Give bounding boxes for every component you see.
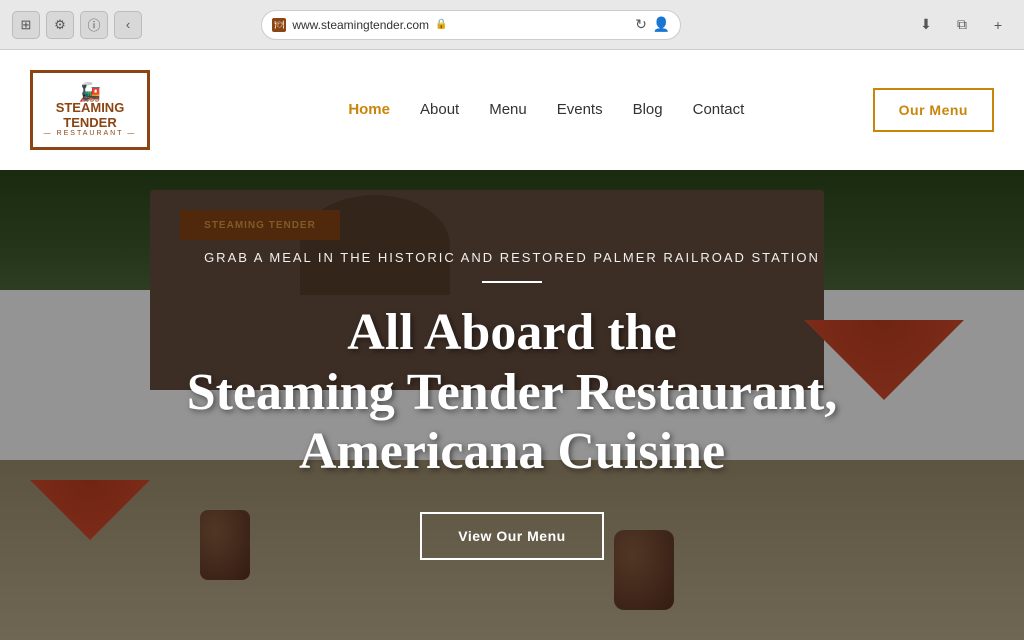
info-btn[interactable]: ⓘ — [80, 11, 108, 39]
nav-link-about[interactable]: About — [420, 101, 459, 118]
website-content: 🚂 STEAMINGTENDER — RESTAURANT — Home Abo… — [0, 50, 1024, 640]
browser-right-controls: ⬇ ⧉ + — [912, 11, 1012, 39]
nav-item-menu[interactable]: Menu — [489, 101, 527, 119]
new-tab-btn[interactable]: + — [984, 11, 1012, 39]
hero-divider — [482, 281, 542, 283]
logo-main-text: STEAMINGTENDER — [56, 101, 125, 130]
logo-sub-text: — RESTAURANT — — [44, 130, 137, 137]
logo-box: 🚂 STEAMINGTENDER — RESTAURANT — — [30, 70, 150, 150]
hero-title-line2: Steaming Tender Restaurant, — [187, 364, 838, 421]
nav-link-home[interactable]: Home — [348, 101, 390, 118]
logo-icon: 🚂 — [79, 83, 101, 101]
nav-link-events[interactable]: Events — [557, 101, 603, 118]
hero-section: STEAMING TENDER GRAB A MEAL IN THE HISTO… — [0, 170, 1024, 640]
nav-item-home[interactable]: Home — [348, 101, 390, 119]
nav-links: Home About Menu Events Blog Contact — [220, 101, 873, 119]
address-bar[interactable]: 🍽 www.steamingtender.com 🔒 ↻ 👤 — [261, 10, 681, 40]
nav-item-blog[interactable]: Blog — [633, 101, 663, 119]
nav-item-contact[interactable]: Contact — [693, 101, 745, 119]
sidebar-toggle-btn[interactable]: ⊞ — [12, 11, 40, 39]
browser-nav-controls: ⊞ ⚙ ⓘ ‹ — [12, 11, 142, 39]
hero-title-line3: Americana Cuisine — [299, 423, 725, 480]
nav-item-about[interactable]: About — [420, 101, 459, 119]
nav-link-menu[interactable]: Menu — [489, 101, 527, 118]
security-lock-icon: 🔒 — [435, 19, 447, 30]
hero-title-line1: All Aboard the — [347, 304, 676, 361]
hero-cta-button[interactable]: View Our Menu — [420, 512, 603, 560]
url-text: www.steamingtender.com — [292, 18, 429, 32]
back-btn[interactable]: ‹ — [114, 11, 142, 39]
download-btn[interactable]: ⬇ — [912, 11, 940, 39]
tabs-btn[interactable]: ⧉ — [948, 11, 976, 39]
nav-link-contact[interactable]: Contact — [693, 101, 745, 118]
browser-chrome: ⊞ ⚙ ⓘ ‹ 🍽 www.steamingtender.com 🔒 ↻ 👤 ⬇… — [0, 0, 1024, 50]
nav-item-events[interactable]: Events — [557, 101, 603, 119]
refresh-icon[interactable]: ↻ — [635, 16, 647, 33]
site-favicon: 🍽 — [272, 18, 286, 32]
hero-content: GRAB A MEAL IN THE HISTORIC AND RESTORED… — [167, 250, 858, 560]
navbar: 🚂 STEAMINGTENDER — RESTAURANT — Home Abo… — [0, 50, 1024, 170]
nav-link-blog[interactable]: Blog — [633, 101, 663, 118]
profile-icon[interactable]: 👤 — [653, 16, 670, 33]
hero-title: All Aboard the Steaming Tender Restauran… — [187, 303, 838, 482]
hero-subtitle: GRAB A MEAL IN THE HISTORIC AND RESTORED… — [187, 250, 838, 265]
settings-btn[interactable]: ⚙ — [46, 11, 74, 39]
our-menu-button[interactable]: Our Menu — [873, 88, 994, 132]
logo-area: 🚂 STEAMINGTENDER — RESTAURANT — — [30, 70, 150, 150]
